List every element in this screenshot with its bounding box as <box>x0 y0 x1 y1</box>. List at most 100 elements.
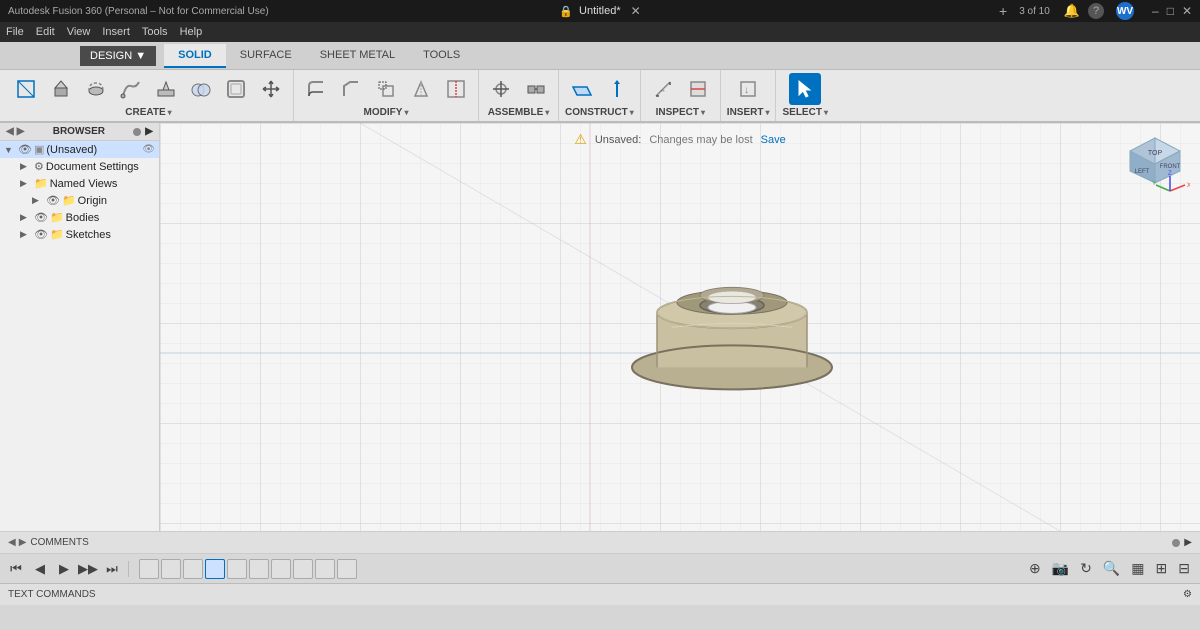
timeline-item-5[interactable] <box>227 559 247 579</box>
toolbar-group-construct: CONSTRUCT ▾ <box>559 70 641 121</box>
comments-label: COMMENTS <box>30 537 88 548</box>
comments-expand[interactable]: ▶ <box>1184 537 1192 548</box>
menu-insert[interactable]: Insert <box>102 26 130 38</box>
menu-help[interactable]: Help <box>180 26 203 38</box>
select-group-label[interactable]: SELECT ▾ <box>782 107 827 118</box>
menu-file[interactable]: File <box>6 26 24 38</box>
nav-play-btn[interactable]: ▶ <box>54 559 74 579</box>
browser-dot[interactable] <box>133 128 141 136</box>
tab-surface[interactable]: SURFACE <box>226 44 306 68</box>
eye-root[interactable]: 👁 <box>18 143 32 156</box>
construct-group-label[interactable]: CONSTRUCT ▾ <box>565 107 634 118</box>
timeline-item-9[interactable] <box>315 559 335 579</box>
vp-zoom-btn[interactable]: 🔍 <box>1099 558 1124 579</box>
measure-button[interactable]: ↔ <box>647 73 679 105</box>
timeline-item-2[interactable] <box>161 559 181 579</box>
insert-button[interactable]: ↓ <box>732 73 764 105</box>
vp-rotate-btn[interactable]: ↻ <box>1076 558 1096 579</box>
timeline-item-10[interactable] <box>337 559 357 579</box>
comments-forward[interactable]: ▶ <box>19 537 27 548</box>
combine-button[interactable] <box>185 73 217 105</box>
eye-bodies[interactable]: 👁 <box>34 211 48 224</box>
folder-icon-sketches: 📁 <box>50 228 64 241</box>
joint-button[interactable] <box>485 73 517 105</box>
browser-expand[interactable]: ▶ <box>145 126 153 137</box>
viewcube[interactable]: TOP LEFT FRONT X Y Z <box>1120 133 1190 203</box>
close-btn[interactable]: ✕ <box>1182 4 1192 18</box>
nav-prev-btn[interactable]: ◀ <box>30 559 50 579</box>
draft-button[interactable] <box>405 73 437 105</box>
scale-button[interactable] <box>370 73 402 105</box>
minimize-btn[interactable]: – <box>1152 4 1159 18</box>
vp-home-btn[interactable]: ⊕ <box>1025 558 1045 579</box>
create-group-label[interactable]: CREATE ▾ <box>125 107 171 118</box>
timeline-item-7[interactable] <box>271 559 291 579</box>
chamfer-button[interactable] <box>335 73 367 105</box>
tree-arrow-views: ▶ <box>20 178 32 189</box>
browser-forward-arrow[interactable]: ▶ <box>17 126 25 137</box>
user-avatar[interactable]: WV <box>1116 2 1134 20</box>
vp-grid-btn[interactable]: ⊞ <box>1152 558 1172 579</box>
tree-item-bodies[interactable]: ▶ 👁 📁 Bodies <box>0 209 159 226</box>
browser-back-arrow[interactable]: ◀ <box>6 126 14 137</box>
tree-item-origin[interactable]: ▶ 👁 📁 Origin <box>0 192 159 209</box>
modify-group-label[interactable]: MODIFY ▾ <box>364 107 409 118</box>
section-button[interactable] <box>682 73 714 105</box>
menu-view[interactable]: View <box>67 26 91 38</box>
nav-next-btn[interactable]: ▶▶ <box>78 559 98 579</box>
axis-button[interactable] <box>601 73 633 105</box>
tab-solid[interactable]: SOLID <box>164 44 226 68</box>
tab-sheet-metal[interactable]: SHEET METAL <box>306 44 409 68</box>
vp-camera-btn[interactable]: 📷 <box>1048 558 1073 579</box>
window-title-close[interactable]: ✕ <box>631 4 641 18</box>
construct-icons <box>566 73 633 105</box>
vp-display-btn[interactable]: ▦ <box>1127 558 1148 579</box>
menu-edit[interactable]: Edit <box>36 26 55 38</box>
select-icons <box>789 73 821 105</box>
move-button[interactable] <box>255 73 287 105</box>
tree-item-sketches[interactable]: ▶ 👁 📁 Sketches <box>0 226 159 243</box>
tree-item-root[interactable]: ▼ 👁 ▣ (Unsaved) 👁 <box>0 141 159 158</box>
add-icon[interactable]: + <box>999 3 1007 19</box>
sweep-button[interactable] <box>115 73 147 105</box>
sketch-button[interactable] <box>10 73 42 105</box>
maximize-btn[interactable]: □ <box>1167 4 1174 18</box>
nav-last-btn[interactable]: ⏭ <box>102 559 122 579</box>
timeline-item-6[interactable] <box>249 559 269 579</box>
timeline-item-4[interactable] <box>205 559 225 579</box>
insert-group-label[interactable]: INSERT ▾ <box>727 107 770 118</box>
tab-tools[interactable]: TOOLS <box>409 44 474 68</box>
timeline-item-3[interactable] <box>183 559 203 579</box>
tree-item-named-views[interactable]: ▶ 📁 Named Views <box>0 175 159 192</box>
folder-icon-views: 📁 <box>34 177 48 190</box>
timeline-item-1[interactable] <box>139 559 159 579</box>
settings-icon[interactable]: ⚙ <box>1183 589 1192 600</box>
assemble-group-label[interactable]: ASSEMBLE ▾ <box>488 107 550 118</box>
timeline-item-8[interactable] <box>293 559 313 579</box>
split-button[interactable] <box>440 73 472 105</box>
menu-tools[interactable]: Tools <box>142 26 168 38</box>
tree-item-doc-settings[interactable]: ▶ ⚙ Document Settings <box>0 158 159 175</box>
help-icon[interactable]: ? <box>1088 3 1104 19</box>
notifications-icon[interactable]: 🔔 <box>1064 3 1080 19</box>
comments-dot[interactable] <box>1172 539 1180 547</box>
nav-first-btn[interactable]: ⏮ <box>6 559 26 579</box>
eye-origin[interactable]: 👁 <box>46 194 60 207</box>
design-dropdown[interactable]: DESIGN ▼ <box>80 46 156 66</box>
fillet-button[interactable] <box>300 73 332 105</box>
eye-icon-root2[interactable]: 👁 <box>142 144 155 155</box>
main-canvas[interactable]: ⚠ Unsaved: Changes may be lost Save TOP … <box>160 123 1200 531</box>
shell-button[interactable] <box>220 73 252 105</box>
rigid-group-button[interactable] <box>520 73 552 105</box>
vp-env-btn[interactable]: ⊟ <box>1174 558 1194 579</box>
eye-sketches[interactable]: 👁 <box>34 228 48 241</box>
extrude-button[interactable] <box>45 73 77 105</box>
inspect-group-label[interactable]: INSPECT ▾ <box>656 107 705 118</box>
save-link[interactable]: Save <box>761 134 786 146</box>
title-left: Autodesk Fusion 360 (Personal – Not for … <box>8 6 269 17</box>
select-button[interactable] <box>789 73 821 105</box>
revolve-button[interactable] <box>80 73 112 105</box>
plane-button[interactable] <box>566 73 598 105</box>
comments-back[interactable]: ◀ <box>8 537 16 548</box>
rib-button[interactable] <box>150 73 182 105</box>
